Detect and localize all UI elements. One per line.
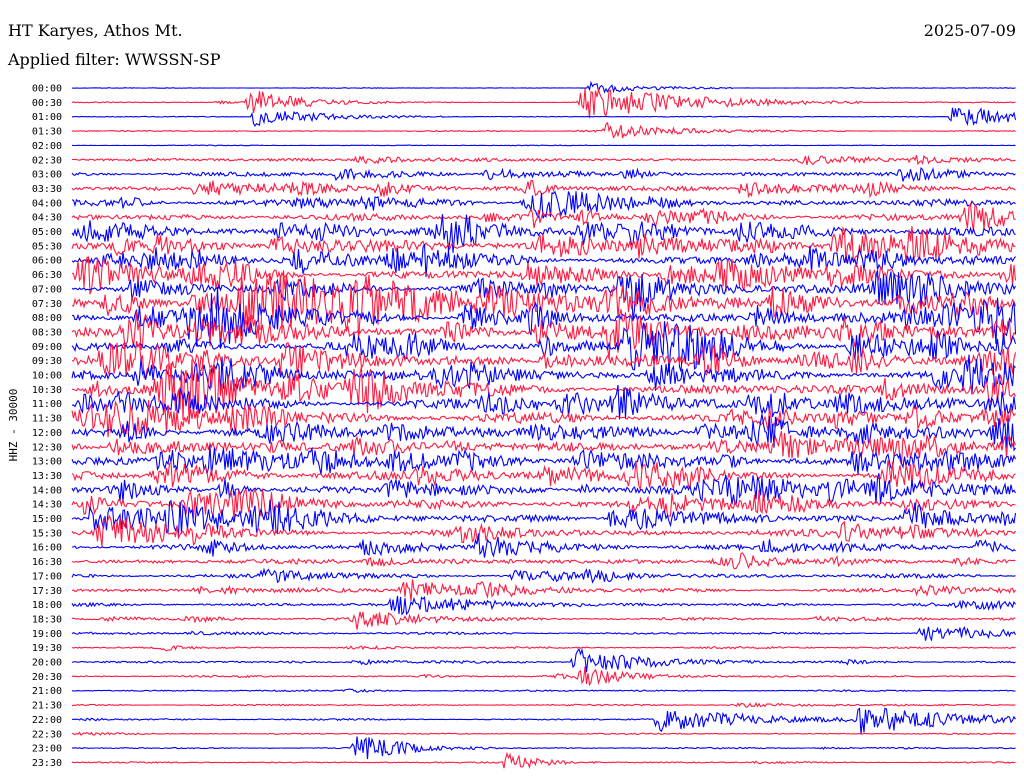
time-label: 18:00 (32, 600, 62, 611)
time-label: 23:30 (32, 758, 62, 769)
trace-row (71, 473, 1016, 506)
time-label: 07:30 (32, 299, 62, 310)
trace-row (71, 688, 1016, 693)
trace-row (71, 286, 1017, 347)
time-label: 09:30 (32, 356, 62, 367)
time-label: 02:00 (32, 141, 62, 152)
trace-row (71, 611, 1016, 630)
trace-row (71, 579, 1016, 602)
time-label: 19:30 (32, 643, 62, 654)
time-label: 09:00 (32, 342, 62, 353)
trace-row (71, 121, 1016, 139)
trace-row (72, 154, 1016, 166)
time-label: 05:30 (32, 241, 62, 252)
trace-row (71, 736, 1016, 760)
trace-row (71, 626, 1016, 642)
time-label: 15:00 (32, 514, 62, 525)
time-label: 03:00 (32, 170, 62, 181)
time-label: 17:30 (32, 586, 62, 597)
trace-group (71, 80, 1017, 770)
trace-row (71, 647, 1016, 673)
trace-row (71, 702, 1016, 708)
time-label: 12:00 (32, 428, 62, 439)
filter-label: Applied filter: WWSSN-SP (7, 50, 221, 69)
time-label: 01:30 (32, 127, 62, 138)
trace-row (71, 144, 1016, 147)
y-axis-label: HHZ - 30000 (7, 389, 20, 462)
time-label: 00:00 (32, 84, 62, 95)
time-label: 08:00 (32, 313, 62, 324)
time-label: 07:00 (32, 284, 62, 295)
time-label: 13:30 (32, 471, 62, 482)
trace-row (71, 731, 1016, 736)
time-label: 14:30 (32, 500, 62, 511)
station-title: HT Karyes, Athos Mt. (8, 21, 183, 40)
time-label: 11:30 (32, 414, 62, 425)
time-label: 18:30 (32, 614, 62, 625)
plot-date: 2025-07-09 (924, 21, 1016, 40)
time-label: 02:30 (32, 155, 62, 166)
time-label: 21:00 (32, 686, 62, 697)
trace-row (71, 167, 1016, 182)
time-label: 03:30 (32, 184, 62, 195)
time-label: 16:30 (32, 557, 62, 568)
time-label: 20:00 (32, 658, 62, 669)
time-label: 11:00 (32, 399, 62, 410)
time-label: 10:30 (32, 385, 62, 396)
time-label: 22:30 (32, 729, 62, 740)
time-label: 06:30 (32, 270, 62, 281)
trace-row (71, 80, 1016, 94)
trace-row (71, 707, 1016, 735)
trace-row (72, 533, 1016, 558)
time-label: 21:30 (32, 701, 62, 712)
time-label: 06:00 (32, 256, 62, 267)
trace-row (71, 87, 1016, 119)
time-label: 14:00 (32, 485, 62, 496)
helicorder-plot: HT Karyes, Athos Mt. 2025-07-09 Applied … (7, 21, 1017, 770)
time-label: 15:30 (32, 528, 62, 539)
time-label: 10:00 (32, 371, 62, 382)
time-label: 19:00 (32, 629, 62, 640)
trace-row (71, 567, 1016, 584)
trace-row (71, 180, 1016, 199)
trace-row (71, 645, 1016, 652)
time-label: 04:00 (32, 198, 62, 209)
trace-row (72, 107, 1017, 127)
trace-row (71, 666, 1016, 687)
time-label: 17:00 (32, 571, 62, 582)
trace-row (71, 595, 1016, 616)
time-label-group: 00:00 00:30 01:00 01:30 02:00 02:30 03:00 03:30… (32, 84, 62, 769)
trace-row (71, 751, 1016, 770)
time-label: 00:30 (32, 98, 62, 109)
time-label: 13:00 (32, 457, 62, 468)
time-label: 01:00 (32, 112, 62, 123)
time-label: 20:30 (32, 672, 62, 683)
time-label: 05:00 (32, 227, 62, 238)
time-label: 22:00 (32, 715, 62, 726)
time-label: 04:30 (32, 213, 62, 224)
time-label: 16:00 (32, 543, 62, 554)
time-label: 23:00 (32, 744, 62, 755)
time-label: 12:30 (32, 442, 62, 453)
time-label: 08:30 (32, 327, 62, 338)
